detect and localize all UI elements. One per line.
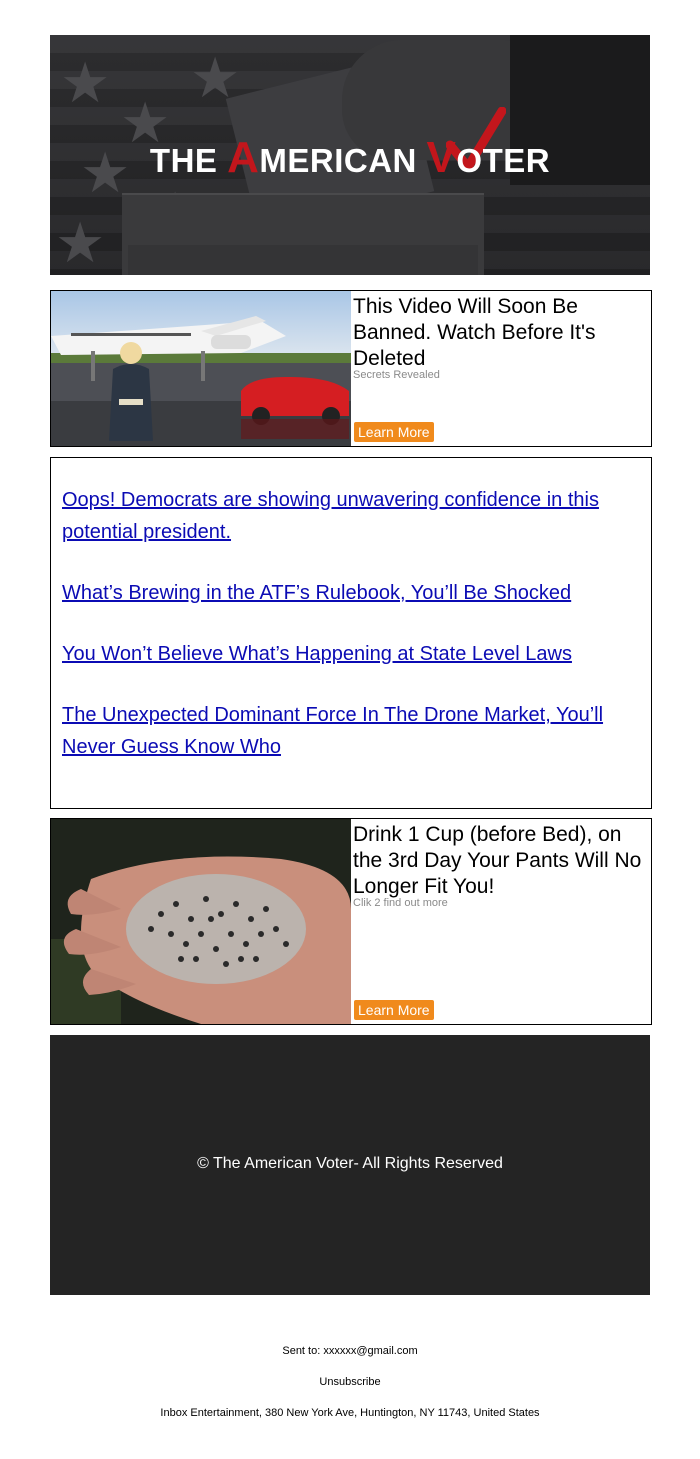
ad-title-text[interactable]: Drink 1 Cup (before Bed), on the 3rd Day… bbox=[353, 823, 641, 898]
ad-subtitle: Clik 2 find out more bbox=[353, 897, 448, 909]
hand-frogspawn-illustration bbox=[51, 819, 351, 1024]
ad-subtitle: Secrets Revealed bbox=[353, 369, 440, 381]
header-banner[interactable]: ★ ★ ★ ★ ★ ★ ★ THE AMERICAN VOTER bbox=[50, 35, 650, 275]
logo-text-oter: OTER bbox=[456, 142, 551, 179]
article-link-1[interactable]: Oops! Democrats are showing unwavering c… bbox=[62, 489, 599, 543]
ad-title[interactable]: Drink 1 Cup (before Bed), on the 3rd Day… bbox=[353, 822, 643, 909]
unsubscribe-link[interactable]: Unsubscribe bbox=[0, 1376, 700, 1388]
ad-card-jet[interactable]: This Video Will Soon Be Banned. Watch Be… bbox=[50, 290, 652, 447]
ad-image-jet[interactable] bbox=[51, 291, 351, 446]
article-link-3[interactable]: You Won’t Believe What’s Happening at St… bbox=[62, 643, 572, 665]
footer-banner: © The American Voter- All Rights Reserve… bbox=[50, 1035, 650, 1295]
logo-text-merican: MERICAN bbox=[259, 142, 427, 179]
learn-more-button[interactable]: Learn More bbox=[354, 422, 434, 442]
logo-letter-v: V bbox=[426, 133, 457, 182]
logo-letter-a: A bbox=[227, 133, 260, 182]
article-link-4[interactable]: The Unexpected Dominant Force In The Dro… bbox=[62, 704, 603, 758]
article-links-box: Oops! Democrats are showing unwavering c… bbox=[50, 457, 652, 809]
list-item: Oops! Democrats are showing unwavering c… bbox=[62, 484, 637, 548]
list-item: You Won’t Believe What’s Happening at St… bbox=[62, 638, 637, 670]
ad-title[interactable]: This Video Will Soon Be Banned. Watch Be… bbox=[353, 294, 643, 381]
logo-text-the: THE bbox=[149, 142, 228, 179]
article-link-list: Oops! Democrats are showing unwavering c… bbox=[62, 484, 637, 792]
sent-to-text: Sent to: xxxxxx@gmail.com bbox=[282, 1345, 418, 1357]
learn-more-button[interactable]: Learn More bbox=[354, 1000, 434, 1020]
ad-title-text[interactable]: This Video Will Soon Be Banned. Watch Be… bbox=[353, 295, 596, 370]
article-link-2[interactable]: What’s Brewing in the ATF’s Rulebook, Yo… bbox=[62, 582, 571, 604]
copyright-text: © The American Voter- All Rights Reserve… bbox=[197, 1155, 503, 1172]
postal-address: Inbox Entertainment, 380 New York Ave, H… bbox=[160, 1407, 540, 1419]
ad-card-frogspawn[interactable]: Drink 1 Cup (before Bed), on the 3rd Day… bbox=[50, 818, 652, 1025]
ballot-box-front bbox=[128, 245, 478, 275]
brand-logo: THE AMERICAN VOTER bbox=[50, 133, 650, 183]
ad-image-hand[interactable] bbox=[51, 819, 351, 1024]
jet-car-illustration bbox=[51, 291, 351, 446]
list-item: The Unexpected Dominant Force In The Dro… bbox=[62, 699, 637, 763]
list-item: What’s Brewing in the ATF’s Rulebook, Yo… bbox=[62, 577, 637, 609]
